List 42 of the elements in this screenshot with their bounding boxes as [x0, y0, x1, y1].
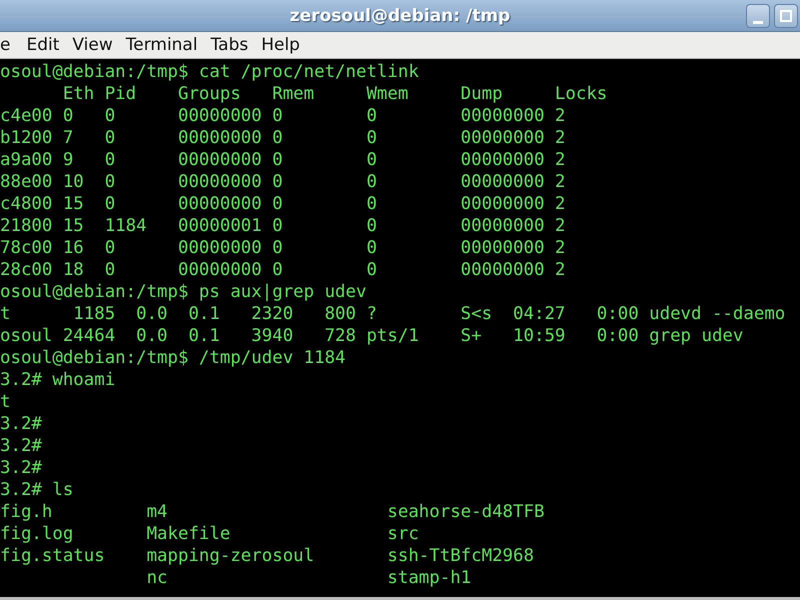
terminal-line: osoul 24464 0.0 0.1 3940 728 pts/1 S+ 10:59 0:00 grep udev — [0, 325, 744, 347]
terminal-line: a9a00 9 0 00000000 0 0 00000000 2 — [0, 149, 566, 171]
file-name: nc — [146, 567, 168, 589]
menu-item[interactable]: View — [66, 35, 120, 55]
terminal-line: t 1185 0.0 0.1 2320 800 ? S<s 04:27 0:00 udevd --daemo — [0, 303, 786, 325]
minimize-button[interactable] — [746, 4, 770, 28]
terminal-line: 78c00 16 0 00000000 0 0 00000000 2 — [0, 237, 566, 259]
file-name: src — [387, 523, 419, 545]
terminal-line: 88e00 10 0 00000000 0 0 00000000 2 — [0, 171, 566, 193]
file-name: fig.h — [0, 501, 52, 523]
terminal-line: osoul@debian:/tmp$ /tmp/udev 1184 — [0, 347, 346, 369]
terminal-line: Eth Pid Groups Rmem Wmem Dump Locks — [62, 83, 608, 105]
menu-item[interactable]: Terminal — [120, 35, 205, 55]
maximize-icon — [780, 10, 792, 22]
menu-item[interactable]: Tabs — [204, 35, 256, 55]
file-name: seahorse-d48TFB — [387, 501, 544, 523]
menu-item[interactable]: Edit — [20, 35, 66, 55]
terminal-line: osoul@debian:/tmp$ ps aux|grep udev — [0, 281, 366, 303]
terminal-line: 3.2# — [0, 413, 42, 435]
terminal-line: 3.2# — [0, 457, 42, 479]
terminal-line: t — [0, 391, 10, 413]
terminal-line: 3.2# whoami — [0, 369, 116, 391]
maximize-button[interactable] — [774, 4, 798, 28]
file-name: ssh-TtBfcM2968 — [387, 545, 534, 567]
file-name: fig.status — [0, 545, 105, 567]
file-name: m4 — [146, 501, 168, 523]
terminal-line: 3.2# ls — [0, 479, 74, 501]
menu-item[interactable]: e — [0, 35, 20, 55]
menu-item[interactable]: Help — [255, 35, 307, 55]
terminal-line: 21800 15 1184 00000001 0 0 00000000 2 — [0, 215, 566, 237]
terminal-line: 28c00 18 0 00000000 0 0 00000000 2 — [0, 259, 566, 281]
file-name: Makefile — [146, 523, 230, 545]
terminal-line: c4e00 0 0 00000000 0 0 00000000 2 — [0, 105, 566, 127]
terminal-line: b1200 7 0 00000000 0 0 00000000 2 — [0, 127, 566, 149]
terminal-line: osoul@debian:/tmp$ cat /proc/net/netlink — [0, 61, 419, 83]
file-name: fig.log — [0, 523, 74, 545]
terminal-line: 3.2# — [0, 435, 42, 457]
window-title: zerosoul@debian: /tmp — [290, 6, 510, 26]
file-name: mapping-zerosoul — [146, 545, 314, 567]
terminal-line: c4800 15 0 00000000 0 0 00000000 2 — [0, 193, 566, 215]
file-name: stamp-h1 — [387, 567, 472, 589]
minimize-icon — [753, 20, 763, 24]
